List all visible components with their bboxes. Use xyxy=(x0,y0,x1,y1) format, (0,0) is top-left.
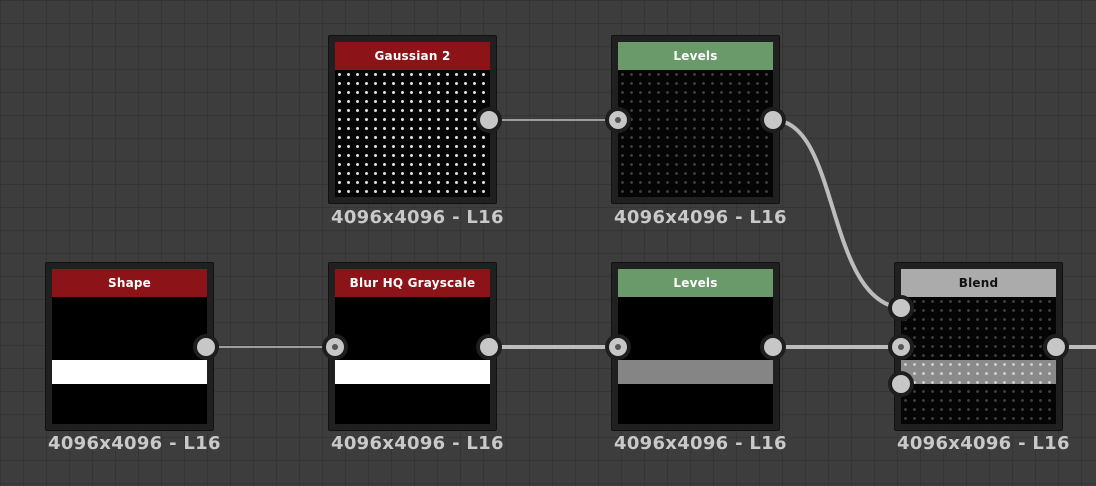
node-preview-thumbnail xyxy=(901,297,1056,424)
node-preview-thumbnail xyxy=(335,70,490,197)
input-port-background[interactable] xyxy=(888,334,914,360)
node-blur-hq-grayscale[interactable]: Blur HQ Grayscale xyxy=(328,262,497,431)
node-title: Gaussian 2 xyxy=(335,42,490,70)
node-title: Shape xyxy=(52,269,207,297)
preview-band xyxy=(335,360,490,384)
input-port-foreground[interactable] xyxy=(888,295,914,321)
input-port[interactable] xyxy=(322,334,348,360)
node-resolution-label: 4096x4096 - L16 xyxy=(331,433,504,454)
node-title: Levels xyxy=(618,269,773,297)
node-preview-thumbnail xyxy=(52,297,207,424)
input-port[interactable] xyxy=(605,107,631,133)
node-title: Levels xyxy=(618,42,773,70)
node-blend[interactable]: Blend xyxy=(894,262,1063,431)
node-shape[interactable]: Shape xyxy=(45,262,214,431)
node-preview-thumbnail xyxy=(618,70,773,197)
node-resolution-label: 4096x4096 - L16 xyxy=(48,433,221,454)
node-title: Blur HQ Grayscale xyxy=(335,269,490,297)
input-port[interactable] xyxy=(605,334,631,360)
output-port[interactable] xyxy=(760,107,786,133)
output-port[interactable] xyxy=(193,334,219,360)
node-resolution-label: 4096x4096 - L16 xyxy=(331,207,504,228)
output-port[interactable] xyxy=(476,107,502,133)
preview-band xyxy=(901,360,1056,384)
input-port-opacity[interactable] xyxy=(888,371,914,397)
preview-band xyxy=(618,360,773,384)
node-levels-bottom[interactable]: Levels xyxy=(611,262,780,431)
wire-levels-to-blend-fg[interactable] xyxy=(772,118,902,310)
node-preview-thumbnail xyxy=(335,297,490,424)
node-resolution-label: 4096x4096 - L16 xyxy=(897,433,1070,454)
output-port[interactable] xyxy=(760,334,786,360)
node-preview-thumbnail xyxy=(618,297,773,424)
output-port[interactable] xyxy=(1043,334,1069,360)
preview-band xyxy=(52,360,207,384)
node-levels-top[interactable]: Levels xyxy=(611,35,780,204)
output-port[interactable] xyxy=(476,334,502,360)
node-resolution-label: 4096x4096 - L16 xyxy=(614,207,787,228)
node-title: Blend xyxy=(901,269,1056,297)
node-gaussian-2[interactable]: Gaussian 2 xyxy=(328,35,497,204)
node-resolution-label: 4096x4096 - L16 xyxy=(614,433,787,454)
